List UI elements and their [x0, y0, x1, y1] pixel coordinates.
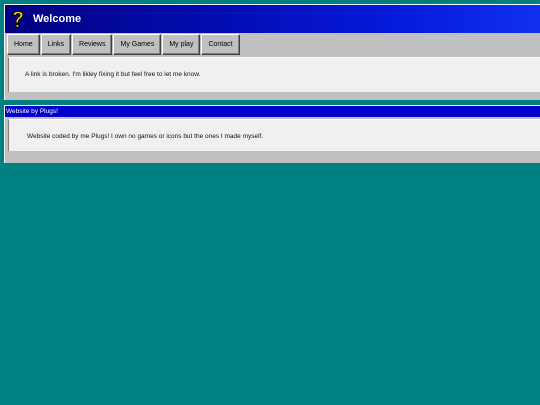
- broken-link-message: A link is broken. I'm likley fixing it b…: [25, 71, 201, 78]
- window-title: Welcome: [33, 13, 82, 25]
- tab-reviews[interactable]: Reviews: [72, 34, 113, 55]
- credits-message: Website coded by me Plugs! I own no game…: [27, 133, 264, 140]
- tab-contact[interactable]: Contact: [201, 34, 240, 55]
- nav-tabs: Home Links Reviews My Games My play Cont…: [5, 34, 540, 56]
- tab-my-play[interactable]: My play: [162, 34, 201, 55]
- footer-window: Website by Plugs! Website coded by me Pl…: [4, 105, 540, 163]
- footer-content-panel: Website coded by me Plugs! I own no game…: [8, 119, 540, 151]
- main-content-panel: A link is broken. I'm likley fixing it b…: [8, 57, 540, 92]
- welcome-window: Welcome Home Links Reviews My Games My p…: [4, 4, 540, 100]
- footer-title: Website by Plugs!: [6, 108, 58, 115]
- question-mark-icon: [12, 10, 24, 28]
- tab-home[interactable]: Home: [7, 34, 40, 55]
- tab-my-games[interactable]: My Games: [113, 34, 162, 55]
- window-titlebar: Welcome: [5, 5, 540, 33]
- tab-links[interactable]: Links: [40, 34, 72, 55]
- footer-title-bar: Website by Plugs!: [5, 106, 540, 117]
